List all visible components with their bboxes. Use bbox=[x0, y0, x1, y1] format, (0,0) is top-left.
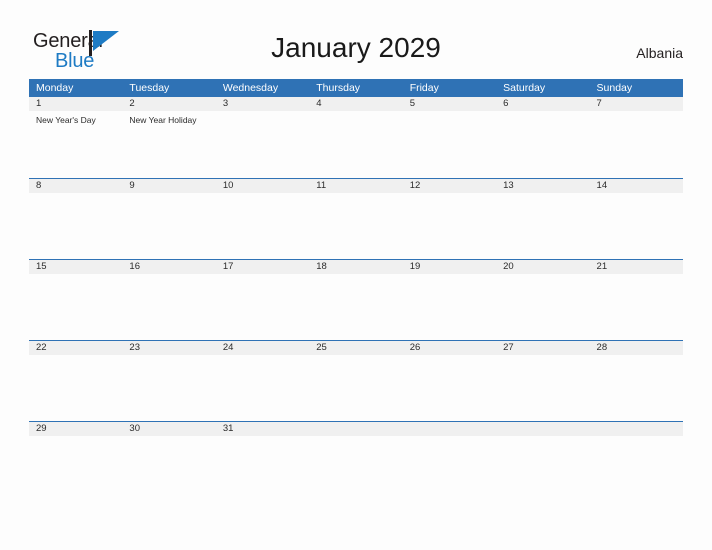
day-cell-21[interactable]: 21 bbox=[590, 260, 683, 340]
day-cell-7[interactable]: 7 bbox=[590, 97, 683, 178]
calendar-week-row: 15 16 17 18 19 20 21 bbox=[29, 259, 683, 340]
day-cell-28[interactable]: 28 bbox=[590, 341, 683, 421]
day-cell-25[interactable]: 25 bbox=[309, 341, 402, 421]
day-number: 26 bbox=[409, 342, 421, 353]
day-number: 27 bbox=[503, 342, 514, 353]
day-cell-18[interactable]: 18 bbox=[309, 260, 402, 340]
day-cell-empty bbox=[309, 422, 402, 502]
holiday-label: New Year's Day bbox=[36, 115, 96, 125]
day-number: 6 bbox=[503, 98, 509, 109]
page-title: January 2029 bbox=[271, 32, 441, 63]
day-cell-2[interactable]: 2 New Year Holiday bbox=[122, 97, 215, 178]
day-cell-27[interactable]: 27 bbox=[496, 341, 589, 421]
calendar-weeks: 1 New Year's Day 2 New Year Holiday 3 4 5 6 7 8 9 1… bbox=[29, 97, 683, 502]
day-number bbox=[503, 422, 589, 436]
day-cells: 22 23 24 25 26 27 28 bbox=[29, 341, 683, 421]
weekday-header-saturday: Saturday bbox=[503, 82, 546, 94]
day-number: 10 bbox=[222, 180, 234, 191]
day-cell-6[interactable]: 6 bbox=[496, 97, 589, 178]
day-cells: 1 New Year's Day 2 New Year Holiday 3 4 5 6 7 bbox=[29, 97, 683, 178]
day-cell-16[interactable]: 16 bbox=[122, 260, 215, 340]
calendar-week-row: 29 30 31 bbox=[29, 421, 683, 502]
weekday-header-wednesday: Wednesday bbox=[222, 82, 279, 94]
day-cell-10[interactable]: 10 bbox=[216, 179, 309, 259]
day-number: 14 bbox=[596, 180, 608, 191]
day-number bbox=[410, 422, 496, 436]
day-cell-30[interactable]: 30 bbox=[122, 422, 215, 502]
day-number: 2 bbox=[129, 98, 135, 109]
weekday-header-sunday: Sunday bbox=[596, 82, 633, 94]
day-number: 4 bbox=[316, 98, 322, 109]
day-number bbox=[597, 422, 683, 436]
day-cell-empty bbox=[496, 422, 589, 502]
day-number: 12 bbox=[409, 180, 421, 191]
day-cell-17[interactable]: 17 bbox=[216, 260, 309, 340]
day-number: 16 bbox=[129, 261, 140, 272]
day-number: 13 bbox=[503, 180, 514, 191]
calendar-table: Monday Tuesday Wednesday Thursday Friday Satu… bbox=[29, 79, 683, 502]
day-cell-19[interactable]: 19 bbox=[403, 260, 496, 340]
day-number: 7 bbox=[596, 98, 602, 109]
day-number: 25 bbox=[316, 342, 327, 353]
day-cell-5[interactable]: 5 bbox=[403, 97, 496, 178]
day-cell-26[interactable]: 26 bbox=[403, 341, 496, 421]
day-cell-4[interactable]: 4 bbox=[309, 97, 402, 178]
day-cells: 8 9 10 11 12 13 14 bbox=[29, 179, 683, 259]
day-number: 28 bbox=[596, 342, 608, 353]
day-events: New Year Holiday bbox=[129, 115, 215, 126]
day-number: 8 bbox=[36, 180, 42, 191]
holiday-label: New Year Holiday bbox=[129, 115, 197, 125]
day-number: 30 bbox=[129, 423, 140, 434]
day-cell-8[interactable]: 8 bbox=[29, 179, 122, 259]
day-number: 21 bbox=[596, 261, 608, 272]
weekday-header-tuesday: Tuesday bbox=[129, 82, 170, 94]
day-cell-3[interactable]: 3 bbox=[216, 97, 309, 178]
weekday-header-row: Monday Tuesday Wednesday Thursday Friday Satu… bbox=[29, 79, 683, 97]
day-cell-23[interactable]: 23 bbox=[122, 341, 215, 421]
day-cell-1[interactable]: 1 New Year's Day bbox=[29, 97, 122, 178]
day-cells: 29 30 31 bbox=[29, 422, 683, 502]
day-number: 9 bbox=[129, 180, 135, 191]
weekday-header-monday: Monday bbox=[36, 82, 74, 94]
day-cell-empty bbox=[403, 422, 496, 502]
day-cell-31[interactable]: 31 bbox=[216, 422, 309, 502]
day-number: 19 bbox=[409, 261, 421, 272]
day-cell-20[interactable]: 20 bbox=[496, 260, 589, 340]
day-cell-empty bbox=[590, 422, 683, 502]
day-cell-14[interactable]: 14 bbox=[590, 179, 683, 259]
day-number bbox=[316, 422, 402, 436]
page-header: General Blue January 2029 Albania bbox=[0, 0, 712, 79]
weekday-header-friday: Friday bbox=[409, 82, 439, 94]
day-number: 24 bbox=[222, 342, 234, 353]
calendar-page: General Blue January 2029 Albania Monday… bbox=[0, 0, 712, 550]
day-cells: 15 16 17 18 19 20 21 bbox=[29, 260, 683, 340]
day-number: 5 bbox=[409, 98, 415, 109]
day-number: 3 bbox=[222, 98, 229, 109]
day-number: 23 bbox=[129, 342, 140, 353]
day-number: 11 bbox=[316, 180, 327, 191]
day-cell-15[interactable]: 15 bbox=[29, 260, 122, 340]
day-cell-11[interactable]: 11 bbox=[309, 179, 402, 259]
day-number: 22 bbox=[36, 342, 47, 353]
day-cell-13[interactable]: 13 bbox=[496, 179, 589, 259]
day-cell-22[interactable]: 22 bbox=[29, 341, 122, 421]
country-label: Albania bbox=[636, 45, 683, 61]
weekday-header-thursday: Thursday bbox=[316, 82, 361, 94]
day-events: New Year's Day bbox=[36, 115, 122, 126]
day-cell-12[interactable]: 12 bbox=[403, 179, 496, 259]
calendar-week-row: 1 New Year's Day 2 New Year Holiday 3 4 5 6 7 bbox=[29, 97, 683, 178]
day-number: 31 bbox=[222, 423, 234, 434]
day-cell-9[interactable]: 9 bbox=[122, 179, 215, 259]
day-number: 1 bbox=[36, 98, 42, 109]
calendar-week-row: 8 9 10 11 12 13 14 bbox=[29, 178, 683, 259]
day-number: 29 bbox=[36, 423, 47, 434]
calendar-week-row: 22 23 24 25 26 27 28 bbox=[29, 340, 683, 421]
day-number: 20 bbox=[503, 261, 514, 272]
day-number: 18 bbox=[316, 261, 327, 272]
day-cell-24[interactable]: 24 bbox=[216, 341, 309, 421]
day-number: 15 bbox=[36, 261, 47, 272]
day-cell-29[interactable]: 29 bbox=[29, 422, 122, 502]
day-number: 17 bbox=[222, 261, 234, 272]
